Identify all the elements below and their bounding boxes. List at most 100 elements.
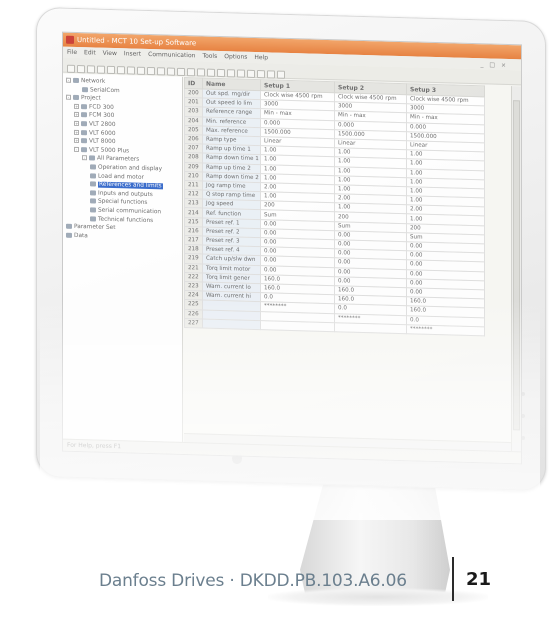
tree-item-label: Load and motor (98, 173, 144, 181)
toolbar-button[interactable] (97, 65, 105, 74)
toolbar-button[interactable] (187, 68, 195, 77)
toolbar-button[interactable] (207, 68, 215, 77)
toolbar-button[interactable] (67, 64, 75, 73)
param-group-icon (90, 215, 96, 222)
tree-item-label: References and limits (98, 181, 163, 190)
toolbar-button[interactable] (87, 65, 95, 74)
app-icon (66, 35, 74, 44)
tree-expand-toggle[interactable]: - (66, 77, 71, 83)
param-id-cell: 227 (184, 318, 203, 328)
publication-code: Danfoss Drives · DKDD.PB.103.A6.06 (99, 571, 407, 591)
software-screen: Untitled - MCT 10 Set-up Software File Ed… (62, 31, 522, 465)
param-id-cell: 225 (184, 299, 203, 310)
param-id-cell: 212 (184, 189, 203, 200)
toolbar-button[interactable] (117, 66, 125, 75)
tree-expand-toggle[interactable]: - (74, 146, 79, 152)
toolbar-button[interactable] (147, 66, 155, 76)
toolbar-button[interactable] (227, 69, 235, 78)
param-group-icon (90, 172, 96, 179)
tree-item-label: VLT 2800 (89, 121, 116, 129)
tree-expand-toggle[interactable]: - (82, 155, 87, 161)
param-id-cell: 208 (184, 152, 203, 163)
tree-item-label: All Parameters (97, 155, 140, 164)
setup-value-cell[interactable]: ******** (406, 324, 485, 336)
menu-item-view[interactable]: View (103, 50, 117, 57)
tree-expand-toggle[interactable]: + (74, 103, 79, 109)
param-id-cell: 217 (184, 235, 203, 246)
menu-item-tools[interactable]: Tools (202, 52, 217, 59)
tree-item-label: FCM 300 (89, 112, 115, 120)
tree-expand-toggle[interactable]: + (74, 120, 79, 127)
project-icon (73, 95, 79, 101)
tree-item-label: SerialCom (90, 86, 120, 94)
menu-item-options[interactable]: Options (224, 53, 247, 61)
param-set-icon (66, 223, 72, 229)
param-id-cell: 204 (184, 116, 203, 126)
menu-item-file[interactable]: File (67, 49, 77, 56)
param-id-cell: 214 (184, 207, 203, 218)
tree-item-label: Project (81, 95, 101, 102)
tree-item-label: VLT 8000 (89, 138, 116, 146)
param-group-icon (90, 181, 96, 187)
tree-item-label: Parameter Set (74, 224, 116, 232)
toolbar-button[interactable] (127, 66, 135, 75)
tree-expand-toggle[interactable]: + (74, 138, 79, 144)
setup-value-cell[interactable] (334, 322, 407, 334)
toolbar-button[interactable] (217, 68, 225, 78)
drive-icon (81, 129, 87, 135)
scrollbar-thumb[interactable] (513, 100, 520, 431)
drive-icon (81, 121, 87, 127)
toolbar-button[interactable] (177, 67, 185, 77)
vertical-scrollbar[interactable] (511, 86, 521, 452)
status-text: For Help, press F1 (67, 441, 122, 451)
page-number: 21 (466, 569, 492, 590)
setup-value-cell[interactable] (260, 320, 335, 332)
param-id-cell: 209 (184, 161, 203, 172)
tree-expand-toggle[interactable]: - (66, 94, 71, 101)
tree-item-label: Special functions (98, 198, 148, 207)
tree-item-label: Inputs and outputs (98, 190, 153, 198)
tree-item-label: Technical functions (98, 216, 154, 224)
tree-expand-toggle[interactable]: + (74, 112, 79, 118)
menu-item-edit[interactable]: Edit (84, 49, 96, 56)
param-id-cell: 224 (184, 290, 203, 301)
folder-icon (89, 155, 95, 161)
param-id-cell: 201 (184, 97, 203, 108)
tree-expand-toggle[interactable]: + (74, 129, 79, 135)
toolbar-button[interactable] (137, 66, 145, 75)
drive-icon (81, 146, 87, 153)
tree-item-label: Network (81, 78, 106, 85)
tree-item-label: VLT 6000 (89, 129, 116, 137)
param-id-cell: 221 (184, 263, 203, 273)
toolbar-button[interactable] (277, 70, 285, 79)
param-group-icon (90, 164, 96, 170)
toolbar-button[interactable] (167, 67, 175, 76)
tree-item-label: FCD 300 (89, 104, 114, 111)
serial-icon (82, 86, 88, 92)
param-id-cell: 216 (184, 226, 203, 237)
param-id-cell: 203 (184, 106, 203, 117)
drive-icon (81, 112, 87, 118)
param-id-cell: 218 (184, 244, 203, 255)
menu-item-communication[interactable]: Communication (148, 51, 195, 59)
toolbar-button[interactable] (267, 70, 275, 79)
tree-item-label: Serial communication (98, 207, 162, 216)
toolbar-button[interactable] (77, 64, 85, 74)
toolbar-button[interactable] (107, 65, 115, 75)
toolbar-button[interactable] (197, 68, 205, 77)
menu-item-help[interactable]: Help (254, 54, 268, 61)
app-title: Untitled - MCT 10 Set-up Software (77, 35, 197, 48)
param-id-cell: 223 (184, 281, 203, 292)
param-id-cell: 213 (184, 198, 203, 209)
param-group-icon (90, 198, 96, 204)
param-id-cell: 206 (184, 134, 203, 145)
column-header[interactable]: ID (184, 77, 203, 90)
toolbar-button[interactable] (257, 70, 265, 79)
toolbar-button[interactable] (237, 69, 245, 78)
toolbar-button[interactable] (247, 69, 255, 78)
menu-item-insert[interactable]: Insert (124, 50, 141, 57)
param-id-cell: 200 (184, 88, 203, 99)
toolbar-button[interactable] (157, 67, 165, 76)
tree-item-label: Operation and display (98, 164, 163, 173)
parameter-table: ID Name Setup 1 Setup 2 Setup 3 200 Out spd. … (184, 77, 485, 336)
